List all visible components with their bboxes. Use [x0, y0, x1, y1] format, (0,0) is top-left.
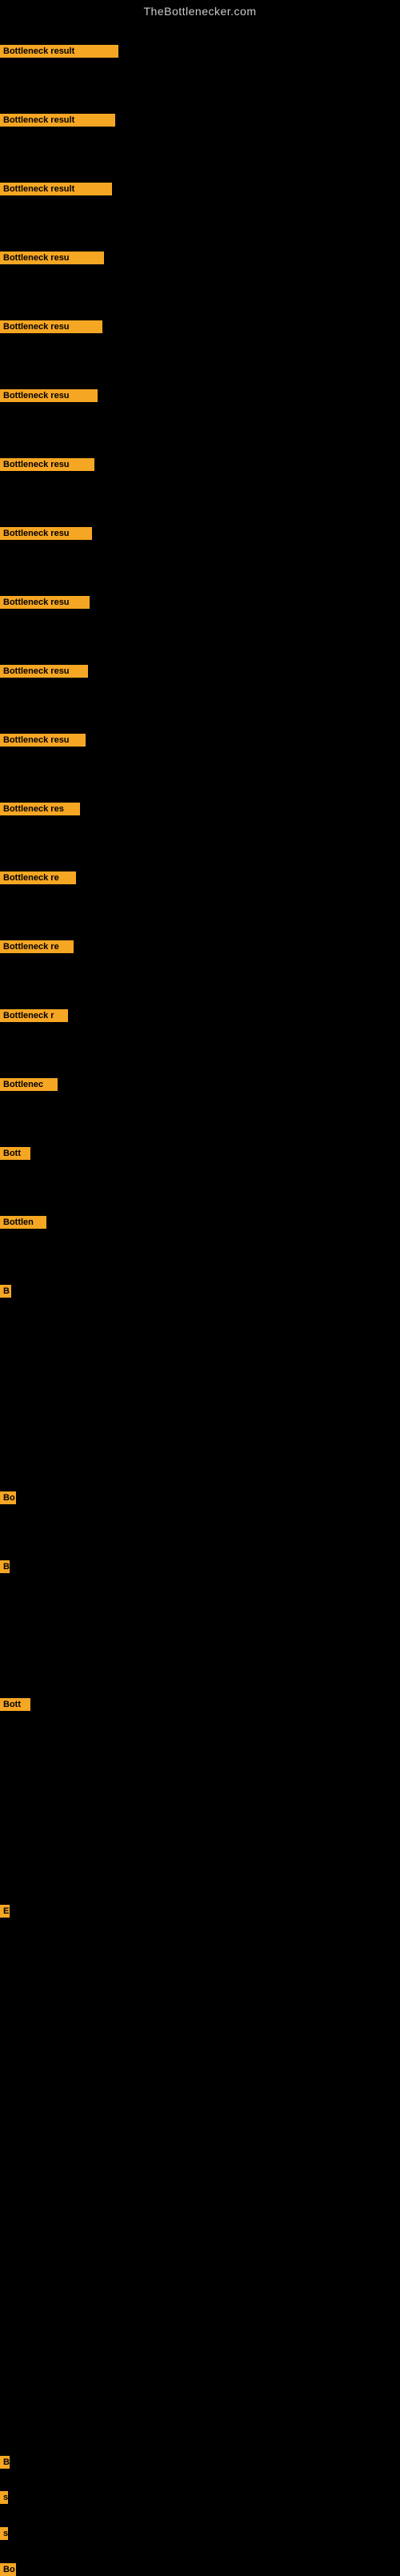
bottleneck-result-label[interactable]: Bo — [0, 1491, 16, 1504]
bottleneck-result-label[interactable]: s — [0, 2527, 8, 2540]
bottleneck-result-label[interactable]: Bott — [0, 1698, 30, 1711]
bottleneck-result-label[interactable]: Bottleneck re — [0, 871, 76, 884]
bottleneck-result-label[interactable]: Bo — [0, 2563, 16, 2576]
bottleneck-result-label[interactable]: Bottleneck resu — [0, 252, 104, 264]
bottleneck-result-label[interactable]: Bottleneck result — [0, 45, 118, 58]
bottleneck-result-label[interactable]: Bottleneck resu — [0, 389, 98, 402]
bottleneck-result-label[interactable]: Bottleneck resu — [0, 458, 94, 471]
bottleneck-result-label[interactable]: Bottleneck resu — [0, 665, 88, 678]
bottleneck-result-label[interactable]: Bottleneck resu — [0, 596, 90, 609]
bottleneck-result-label[interactable]: Bottleneck result — [0, 183, 112, 195]
bottleneck-result-label[interactable]: B — [0, 1560, 10, 1573]
bottleneck-result-label[interactable]: Bottleneck res — [0, 803, 80, 815]
bottleneck-result-label[interactable]: s — [0, 2491, 8, 2504]
bottleneck-result-label[interactable]: Bottleneck resu — [0, 320, 102, 333]
bottleneck-result-label[interactable]: B — [0, 2456, 10, 2469]
bottleneck-result-label[interactable]: Bottlenec — [0, 1078, 58, 1091]
bottleneck-result-label[interactable]: Bottleneck re — [0, 940, 74, 953]
bottleneck-result-label[interactable]: Bottleneck resu — [0, 734, 86, 747]
bottleneck-result-label[interactable]: Bottlen — [0, 1216, 46, 1229]
bottleneck-result-label[interactable]: Bottleneck result — [0, 114, 115, 127]
bottleneck-result-label[interactable]: Bott — [0, 1147, 30, 1160]
bottleneck-result-label[interactable]: B — [0, 1285, 11, 1298]
bottleneck-result-label[interactable]: Bottleneck resu — [0, 527, 92, 540]
bottleneck-result-label[interactable]: Bottleneck r — [0, 1009, 68, 1022]
bottleneck-result-label[interactable]: E — [0, 1905, 10, 1918]
site-title: TheBottlenecker.com — [0, 0, 400, 21]
